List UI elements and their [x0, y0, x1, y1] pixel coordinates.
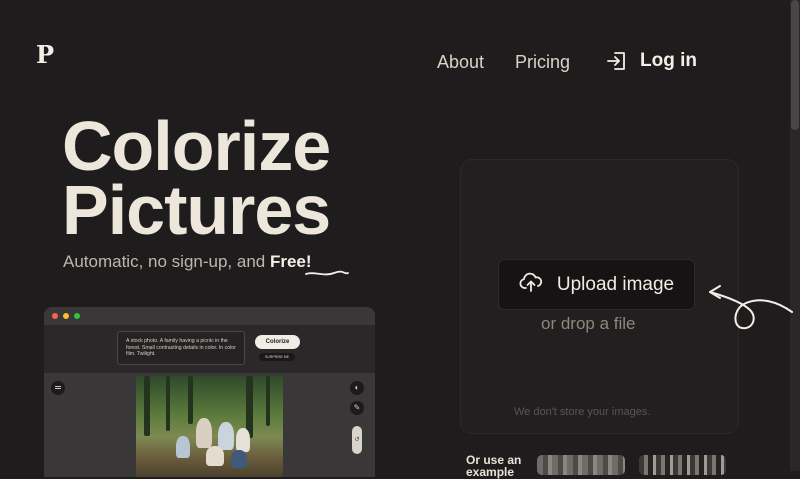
example-thumbnail-2[interactable] [639, 455, 726, 475]
privacy-note: We don't store your images. [514, 406, 651, 418]
subtitle-free: Free! [269, 252, 312, 271]
example-thumbnail-1[interactable] [537, 455, 625, 475]
free-underline-scribble [305, 270, 349, 276]
login-button[interactable]: Log in [606, 50, 697, 72]
page-scrollbar[interactable] [790, 0, 800, 471]
upload-image-button[interactable]: Upload image [498, 259, 695, 310]
hero-title-line2: Pictures [62, 171, 331, 249]
window-dot-close [52, 313, 58, 319]
login-icon [606, 50, 628, 72]
nav-pricing-link[interactable]: Pricing [515, 52, 570, 73]
preview-prompt-text: A stock photo. A family having a picnic … [117, 331, 245, 365]
app-preview-window: A stock photo. A family having a picnic … [44, 307, 375, 477]
example-label-line2: example [466, 465, 515, 479]
pencil-icon: ✎ [350, 401, 364, 415]
hero-title-line1: Colorize [62, 107, 331, 185]
login-label: Log in [640, 50, 697, 71]
hero-title: Colorize Pictures [62, 107, 331, 249]
cloud-upload-icon [519, 271, 543, 299]
hero-subtitle: Automatic, no sign-up, and Free! [63, 252, 312, 272]
scrollbar-thumb[interactable] [791, 0, 799, 130]
brand-logo[interactable]: P [36, 40, 54, 69]
preview-family-photo [136, 376, 283, 477]
upload-image-label: Upload image [556, 273, 675, 295]
nav-about-link[interactable]: About [437, 52, 484, 73]
preview-colorize-button: Colorize [255, 335, 300, 349]
undo-icon: ↺ [352, 426, 362, 454]
hand-drawn-arrow-icon [709, 285, 793, 330]
window-dot-minimize [63, 313, 69, 319]
drop-file-hint: or drop a file [541, 314, 636, 333]
window-dot-maximize [74, 313, 80, 319]
example-label: Or use an example [466, 454, 521, 478]
subtitle-prefix: Automatic, no sign-up, and [63, 252, 270, 271]
preview-surprise-button: SURPRISE ME [259, 353, 295, 361]
window-dots [52, 313, 80, 319]
menu-icon [51, 381, 65, 395]
palette-icon: ◐ [350, 381, 364, 395]
